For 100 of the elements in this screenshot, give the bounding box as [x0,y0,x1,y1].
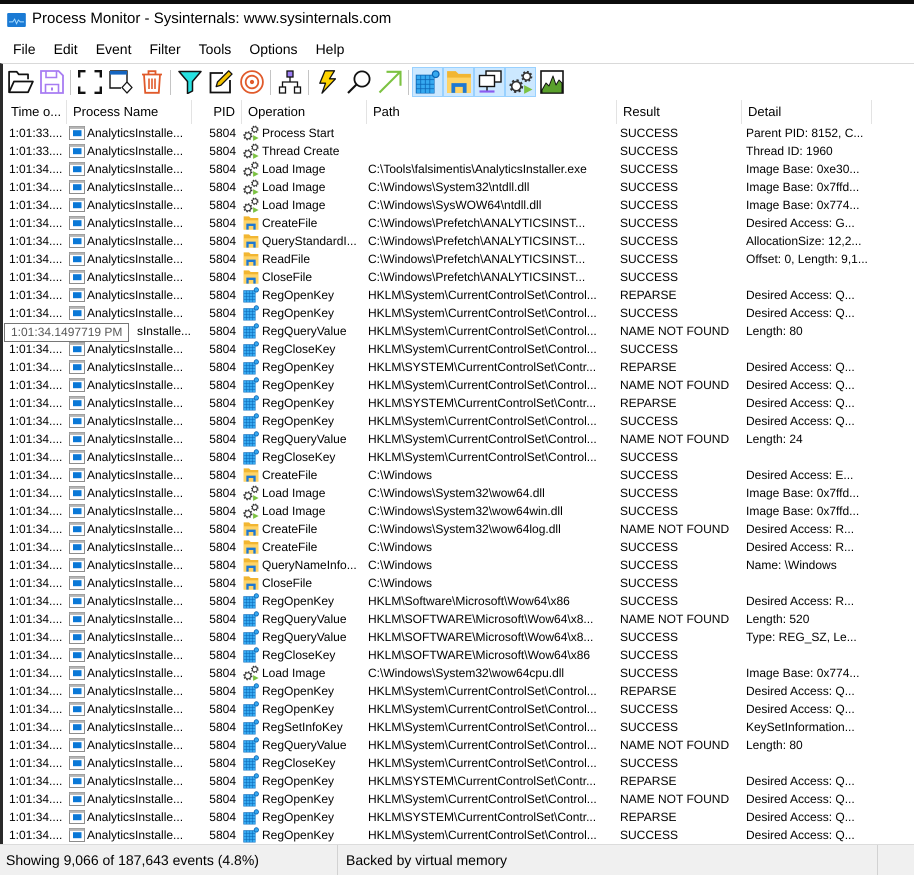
result-text: REPARSE [620,287,676,304]
gears-icon [243,125,259,141]
detail-text: Thread ID: 1960 [746,143,833,160]
pid-text: 5804 [209,377,236,394]
path-text: C:\Tools\falsimentis\AnalyticsInstaller.exe [368,161,587,178]
folder-icon [243,557,259,573]
process-name: AnalyticsInstalle... [87,809,184,826]
pid-text: 5804 [209,611,236,628]
column-header[interactable]: Time o... [3,100,67,124]
menu-item[interactable]: Tools [190,35,240,63]
operation-name: RegQueryValue [262,629,346,646]
grid-icon [243,593,259,609]
path-text: C:\Windows\Prefetch\ANALYTICSINST... [368,251,586,268]
registry-toggle[interactable] [412,67,443,97]
menu-item[interactable]: Options [240,35,307,63]
process-name: AnalyticsInstalle... [87,773,184,790]
event-time: 1:01:34.... [9,449,62,466]
gears-icon [243,485,259,501]
path-text: C:\Windows [368,539,432,556]
window-icon [69,630,85,644]
event-time: 1:01:34.... [9,539,62,556]
folder-icon [243,215,259,231]
path-text: HKLM\System\CurrentControlSet\Control... [368,287,597,304]
network-toggle[interactable] [474,67,505,97]
pid-text: 5804 [209,251,236,268]
path-text: C:\Windows\Prefetch\ANALYTICSINST... [368,269,586,286]
operation-name: RegOpenKey [262,377,334,394]
path-text: C:\Windows\Prefetch\ANALYTICSINST... [368,233,586,250]
operation-name: CloseFile [262,575,312,592]
pid-text: 5804 [209,521,236,538]
result-text: SUCCESS [620,827,678,844]
event-time: 1:01:34.... [9,413,62,430]
event-time: 1:01:34.... [9,755,62,772]
detail-text: Image Base: 0x7ffd... [746,179,860,196]
menu-item[interactable]: Event [86,35,140,63]
column-header[interactable]: PID [192,100,242,124]
event-time: 1:01:34.... [9,395,62,412]
window-icon [69,234,85,248]
path-text: HKLM\System\CurrentControlSet\Control... [368,341,597,358]
process-toggle[interactable] [505,67,536,97]
result-text: SUCCESS [620,449,678,466]
event-time: 1:01:34.... [9,791,62,808]
operation-name: RegQueryValue [262,611,346,628]
operation-name: Load Image [262,197,326,214]
window-icon [69,360,85,374]
path-text: HKLM\System\CurrentControlSet\Control... [368,323,597,340]
window-icon [69,540,85,554]
grid-icon [243,773,259,789]
path-text: HKLM\SYSTEM\CurrentControlSet\Contr... [368,359,596,376]
folder-icon [243,251,259,267]
detail-text: Length: 520 [746,611,810,628]
grid-icon [243,791,259,807]
event-time: 1:01:34.... [9,773,62,790]
path-text: HKLM\System\CurrentControlSet\Control... [368,791,597,808]
operation-name: RegCloseKey [262,755,336,772]
gears-icon [243,161,259,177]
process-name: AnalyticsInstalle... [87,449,184,466]
grid-icon [243,359,259,375]
operation-name: RegOpenKey [262,413,334,430]
grid-icon [243,827,259,843]
menu-item[interactable]: Filter [140,35,190,63]
column-header[interactable]: Detail [742,100,872,124]
result-text: SUCCESS [620,233,678,250]
status-text: Showing 9,066 of 187,643 events (4.8%) [6,850,259,870]
operation-name: Process Start [262,125,334,142]
operation-name: Load Image [262,179,326,196]
window-icon [69,252,85,266]
process-name: AnalyticsInstalle... [87,431,184,448]
event-time: 1:01:34.... [9,557,62,574]
result-text: NAME NOT FOUND [620,521,730,538]
menu-item[interactable]: Help [306,35,354,63]
pid-text: 5804 [209,341,236,358]
window-icon [69,198,85,212]
column-header[interactable]: Operation [242,100,367,124]
file-toggle[interactable] [443,67,474,97]
operation-name: RegOpenKey [262,809,334,826]
result-text: SUCCESS [620,215,678,232]
grid-icon [243,629,259,645]
path-text: HKLM\SOFTWARE\Microsoft\Wow64\x8... [368,629,594,646]
detail-text: Desired Access: R... [746,539,854,556]
result-text: SUCCESS [620,503,678,520]
path-text: HKLM\SYSTEM\CurrentControlSet\Contr... [368,809,596,826]
grid-icon [243,719,259,735]
column-header[interactable]: Result [617,100,742,124]
column-header[interactable]: Process Name [67,100,192,124]
pid-text: 5804 [209,323,236,340]
column-header[interactable]: Path [367,100,617,124]
funnel-icon [178,70,202,94]
menu-item[interactable]: Edit [44,35,87,63]
process-name: AnalyticsInstalle... [87,287,184,304]
window-icon [69,558,85,572]
menu-item[interactable]: File [4,35,45,63]
path-text: C:\Windows [368,557,432,574]
operation-name: Thread Create [262,143,340,160]
event-time: 1:01:34.... [9,575,62,592]
pid-text: 5804 [209,647,236,664]
event-time: 1:01:34.... [9,701,62,718]
operation-name: QueryStandardI... [262,233,357,250]
path-text: HKLM\Software\Microsoft\Wow64\x86 [368,593,570,610]
detail-text: Type: REG_SZ, Le... [746,629,857,646]
